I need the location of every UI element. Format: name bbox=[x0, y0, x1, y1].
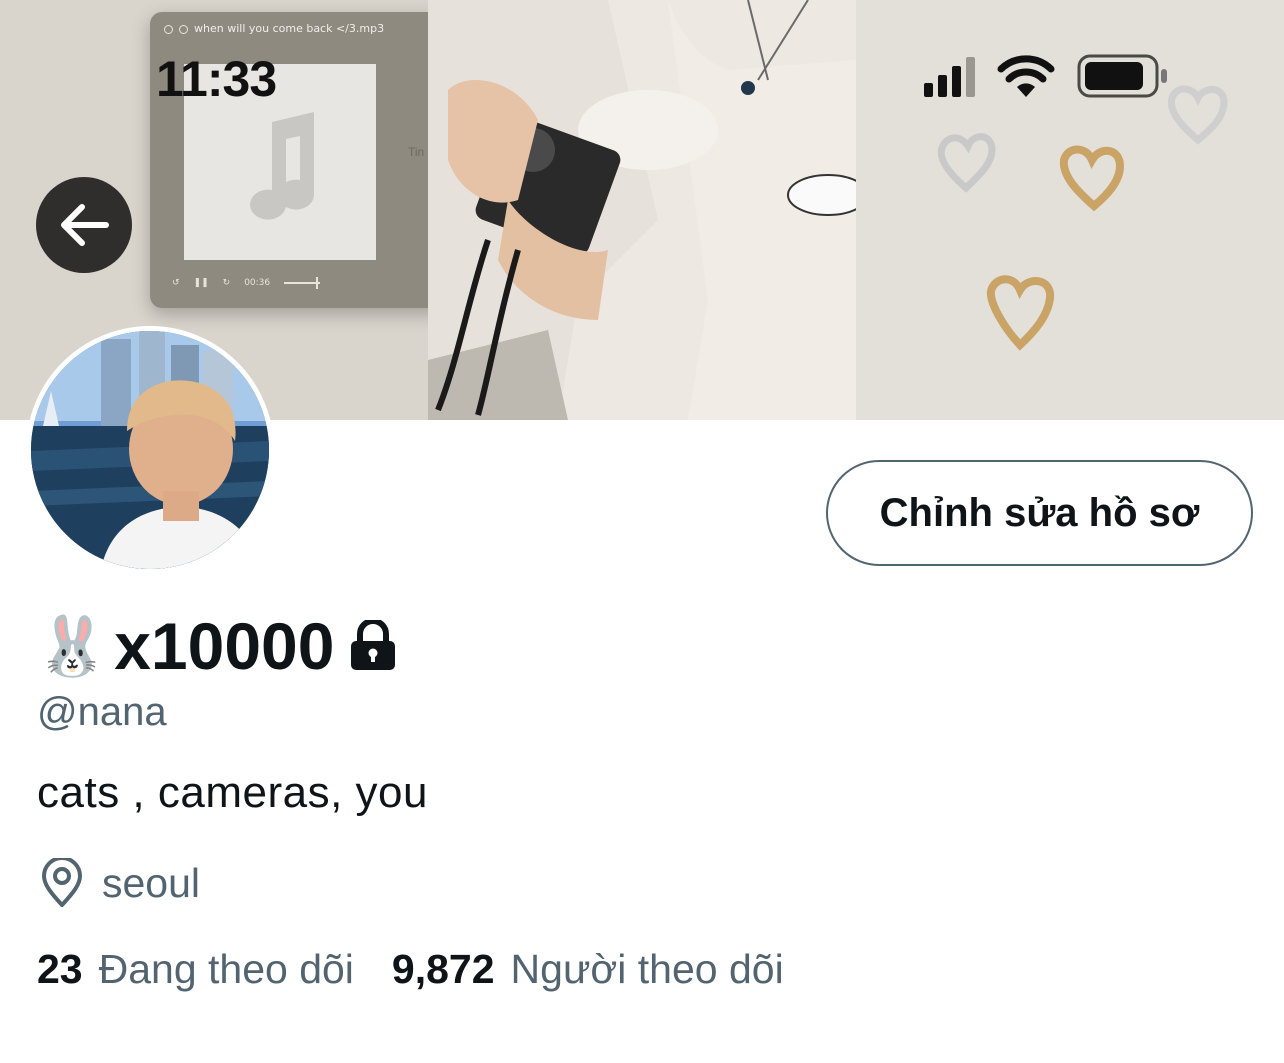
back-arrow-icon bbox=[61, 204, 109, 246]
status-icons bbox=[924, 54, 1169, 98]
forward-icon: ↻ bbox=[222, 278, 231, 288]
banner-panel-camera bbox=[428, 0, 856, 420]
banner-side-text: Tin bbox=[408, 145, 425, 159]
location-row: seoul bbox=[40, 858, 200, 908]
follow-stats: 23 Đang theo dõi 9,872 Người theo dõi bbox=[37, 946, 784, 993]
progress-track bbox=[284, 277, 321, 289]
camera-photo bbox=[428, 0, 856, 420]
followers-label: Người theo dõi bbox=[510, 946, 784, 992]
location-pin-icon bbox=[42, 858, 82, 907]
player-title: when will you come back </3.mp3 bbox=[194, 22, 385, 35]
following-link[interactable]: 23 Đang theo dõi bbox=[37, 946, 354, 993]
edit-profile-button[interactable]: Chỉnh sửa hồ sơ bbox=[826, 460, 1253, 566]
lock-icon bbox=[351, 620, 396, 670]
wifi-icon bbox=[997, 55, 1055, 97]
user-handle: @nana bbox=[37, 690, 167, 734]
back-button[interactable] bbox=[36, 177, 132, 273]
followers-count: 9,872 bbox=[391, 946, 495, 992]
rewind-icon: ↺ bbox=[172, 278, 180, 288]
display-name: x10000 bbox=[114, 609, 335, 683]
bunny-emoji-icon: 🐰 bbox=[36, 611, 109, 680]
following-count: 23 bbox=[37, 946, 83, 992]
battery-icon bbox=[1077, 54, 1167, 98]
cellular-signal-icon bbox=[924, 55, 975, 97]
display-name-row: 🐰 x10000 bbox=[36, 608, 398, 684]
following-label: Đang theo dõi bbox=[98, 946, 354, 992]
player-time: 00:36 bbox=[244, 278, 271, 288]
player-controls: ↺ ❚❚ ↻ 00:36 bbox=[172, 277, 321, 289]
profile-avatar[interactable] bbox=[26, 326, 274, 574]
avatar-image bbox=[31, 331, 269, 569]
status-time: 11:33 bbox=[156, 51, 277, 107]
location-text: seoul bbox=[102, 859, 201, 906]
profile-bio: cats , cameras, you bbox=[37, 768, 428, 817]
window-controls bbox=[164, 25, 188, 34]
pause-icon: ❚❚ bbox=[193, 278, 209, 288]
followers-link[interactable]: 9,872 Người theo dõi bbox=[392, 946, 784, 993]
